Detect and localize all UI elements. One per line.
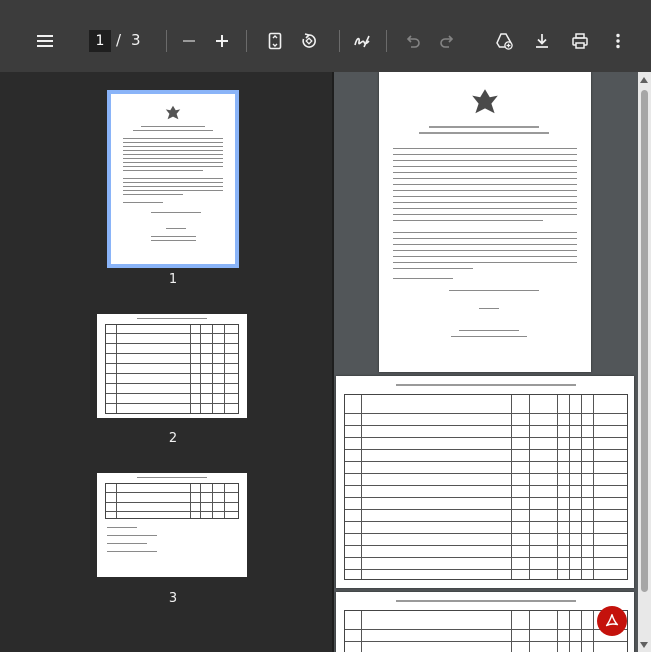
toolbar-divider: [246, 30, 247, 52]
add-to-drive-button[interactable]: [491, 28, 517, 54]
document-viewer[interactable]: [334, 72, 639, 652]
zoom-in-button[interactable]: [209, 28, 235, 54]
thumbnail-label-3: 3: [168, 591, 178, 606]
garuda-emblem-icon: [472, 89, 498, 114]
pdf-toolbar: 1 / 3: [0, 0, 651, 72]
document-page-2: [336, 376, 634, 588]
print-icon: [572, 33, 588, 49]
scroll-up-arrow-icon[interactable]: [640, 77, 648, 83]
garuda-emblem-icon: [165, 105, 181, 120]
thumbnail-page-3[interactable]: [97, 473, 247, 577]
menu-button[interactable]: [32, 28, 58, 54]
acrobat-icon: [605, 613, 619, 627]
toolbar-divider: [339, 30, 340, 52]
zoom-out-icon: [183, 40, 195, 42]
acrobat-button[interactable]: [597, 606, 627, 636]
rotate-button[interactable]: [296, 28, 322, 54]
document-page-1: [379, 72, 591, 372]
add-drive-icon: [496, 33, 513, 50]
thumbnail-label-1: 1: [168, 272, 178, 287]
print-button[interactable]: [567, 28, 593, 54]
zoom-out-button[interactable]: [176, 28, 202, 54]
redo-button[interactable]: [434, 28, 460, 54]
zoom-in-icon: [216, 35, 228, 47]
thumbnail-page-1[interactable]: [107, 90, 239, 268]
undo-button[interactable]: [400, 28, 426, 54]
thumbnail-sidebar: 1 2 3: [0, 72, 332, 652]
document-page-3: [336, 592, 634, 652]
scrollbar-thumb[interactable]: [641, 90, 648, 592]
page-number-input[interactable]: 1: [89, 30, 111, 52]
vertical-scrollbar[interactable]: [638, 72, 651, 652]
page-separator: /: [116, 31, 122, 49]
fit-page-button[interactable]: [262, 28, 288, 54]
undo-icon: [406, 35, 420, 48]
menu-icon: [37, 35, 53, 47]
toolbar-divider: [166, 30, 167, 52]
annotate-button[interactable]: [349, 28, 375, 54]
page-total: 3: [131, 31, 141, 49]
fit-page-icon: [268, 32, 282, 50]
rotate-icon: [302, 33, 316, 48]
redo-icon: [440, 35, 454, 48]
thumbnail-label-2: 2: [168, 431, 178, 446]
download-button[interactable]: [529, 28, 555, 54]
scroll-down-arrow-icon[interactable]: [640, 642, 648, 648]
more-options-button[interactable]: [605, 28, 631, 54]
download-icon: [536, 34, 548, 48]
thumbnail-page-2[interactable]: [97, 314, 247, 418]
toolbar-divider: [386, 30, 387, 52]
more-icon: [616, 33, 620, 49]
annotate-icon: [354, 35, 370, 48]
